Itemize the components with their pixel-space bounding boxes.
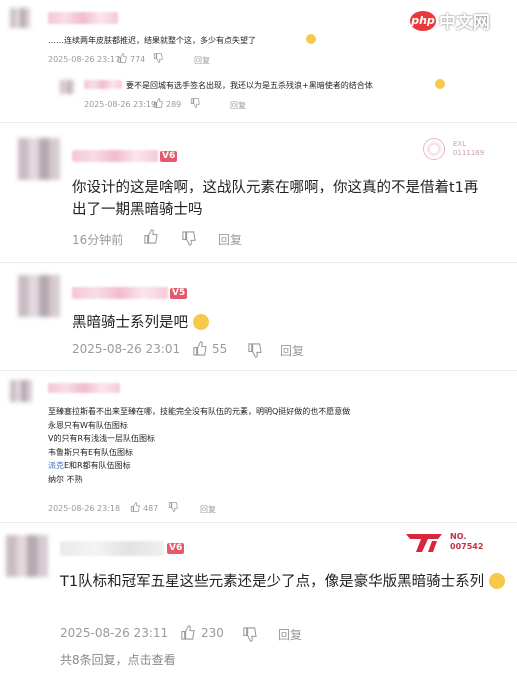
level-badge: V5 [170,288,188,299]
comment-line: 至臻塞拉斯看不出来至臻在哪，技能完全没有队伍的元素，明明Q挺好做的也不愿意做 [48,407,351,416]
divider [0,370,517,371]
dislike-icon[interactable] [181,231,196,246]
watermark-text: 中文网 [439,13,490,33]
emoji-icon [488,573,505,589]
comment-line: 派克E和R都有队伍图标 [48,459,350,473]
comment-date: 2025-08-26 23:17 [48,55,121,64]
level-badge: V6 [160,151,178,162]
comment-date: 2025-08-26 23:11 [60,626,169,640]
mention-link[interactable]: 派克 [48,461,64,470]
username[interactable] [48,383,120,393]
like-icon[interactable] [180,625,195,640]
comment-line: 纳尔 不熟 [48,474,83,484]
reply-button[interactable]: 回复 [218,231,242,248]
fan-badge-line2: 007542 [450,542,484,551]
comment-date: 2025-08-26 23:18 [48,504,121,513]
like-icon[interactable] [153,98,163,108]
fan-badge-line1: NO. [450,532,467,541]
username[interactable] [84,80,122,89]
team-logo-icon [406,534,442,552]
emoji-icon [192,314,209,330]
avatar[interactable] [60,80,74,94]
avatar[interactable] [10,380,32,402]
reply-button[interactable]: 回复 [230,100,246,111]
view-replies-link[interactable]: 共8条回复，点击查看 [60,651,176,668]
comment-line: 永恩只有W有队伍图标 [48,420,128,430]
like-count: 774 [130,55,146,64]
dislike-icon[interactable] [190,98,200,108]
dislike-icon[interactable] [153,53,163,63]
divider [0,122,517,123]
like-count: 55 [212,342,228,356]
divider [0,262,517,263]
watermark-logo: php [410,10,436,31]
comment-text: T1队标和冠军五星这些元素还是少了点，像是豪华版黑暗骑士系列 [60,570,510,594]
avatar[interactable] [18,275,60,317]
like-icon[interactable] [143,229,158,244]
dislike-icon[interactable] [242,627,257,642]
fan-badge: EXL 0111169 [423,138,484,160]
emoji-icon [306,34,316,44]
comment-line: 韦鲁斯只有E有队伍图标 [48,447,134,457]
fan-badge: NO. 007542 [404,530,483,554]
comment-line-text: E和R都有队伍图标 [64,461,131,470]
comment-date: 2025-08-26 23:19 [84,100,157,109]
level-badge: V6 [167,543,185,554]
watermark: php 中文网 [410,8,490,33]
emoji-icon [435,79,445,89]
like-count: 230 [201,626,224,640]
reply-button[interactable]: 回复 [200,504,216,515]
comment-time: 16分钟前 [72,233,124,247]
avatar[interactable] [6,535,48,577]
comment-text: ……连续两年皮肤都推迟，结果就整个这，多少有点失望了 [48,36,256,45]
comment-text: 你设计的这是啥啊，这战队元素在哪啊，你这真的不是借着t1再出了一期黑暗骑士吗 [72,180,479,218]
comment-text: 黑暗骑士系列是吧 [72,312,209,334]
like-count: 289 [166,100,182,109]
like-icon[interactable] [117,53,127,63]
dislike-icon[interactable] [168,502,178,512]
comment-text-content: T1队标和冠军五星这些元素还是少了点，像是豪华版黑暗骑士系列 [60,574,485,590]
comment-text-content: 黑暗骑士系列是吧 [72,315,188,331]
like-count: 487 [143,504,159,513]
dislike-icon[interactable] [247,343,262,358]
comment-date: 2025-08-26 23:01 [72,342,181,356]
username[interactable] [72,287,168,299]
fan-badge-line1: EXL [453,140,467,148]
divider [0,522,517,523]
like-icon[interactable] [130,502,140,512]
username[interactable] [60,541,164,556]
reply-button[interactable]: 回复 [278,626,302,643]
reply-button[interactable]: 回复 [280,342,304,359]
comment-text: 至臻塞拉斯看不出来至臻在哪，技能完全没有队伍的元素，明明Q挺好做的也不愿意做 永… [48,405,350,486]
avatar[interactable] [10,8,30,28]
comment-text: 要不是回城有选手签名出现，我还以为是五杀残浪+黑暗使者的结合体 [126,81,373,90]
comment-line: V的只有R有浅浅一层队伍图标 [48,434,156,443]
like-icon[interactable] [192,341,207,356]
username[interactable] [48,12,118,24]
reply-button[interactable]: 回复 [194,55,210,66]
fan-badge-line2: 0111169 [453,149,485,157]
avatar[interactable] [18,138,60,180]
username[interactable] [72,150,158,162]
